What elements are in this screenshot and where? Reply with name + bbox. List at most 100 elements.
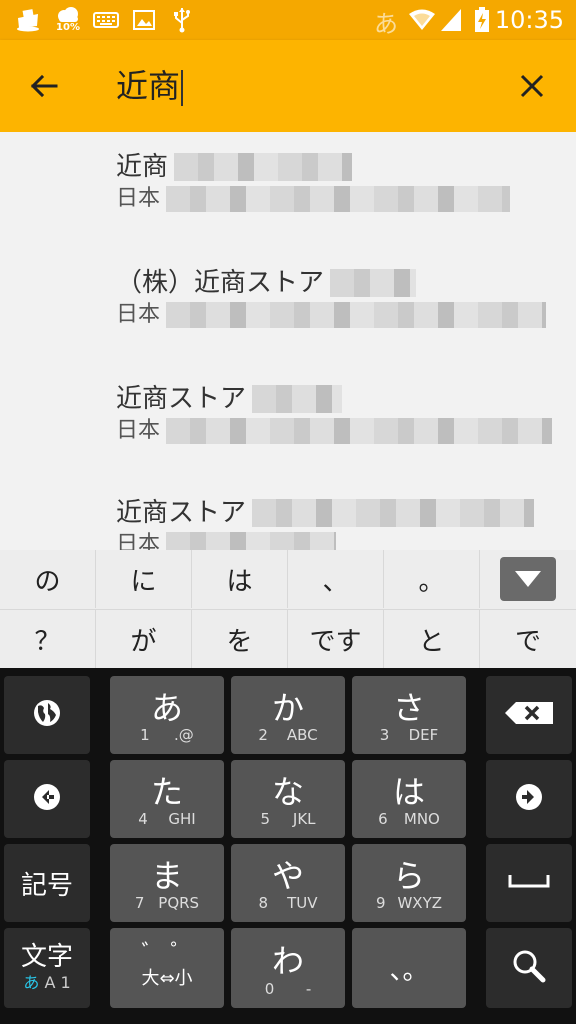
dakuten-key[interactable]: ゛ ゜ 大⇔小 [110, 928, 224, 1008]
key-ra[interactable]: ら 9 WXYZ [352, 844, 466, 922]
backspace-key[interactable] [486, 676, 572, 754]
key-num: 8 [258, 894, 269, 912]
key-alt: TUV [287, 894, 318, 912]
result-title: 近商ストア [116, 384, 247, 414]
key-ya[interactable]: や 8 TUV [231, 844, 345, 922]
result-subtitle: 日本 [116, 532, 161, 550]
redacted-text [252, 385, 343, 413]
redacted-text [166, 186, 511, 212]
candidate-ga[interactable]: が [96, 610, 192, 668]
input-mode-options: A 1 [44, 973, 71, 992]
key-main-label: わ [271, 942, 304, 980]
list-item[interactable]: 近商ストア 日本 [116, 496, 556, 550]
key-sa[interactable]: さ 3 DEF [352, 676, 466, 754]
candidate-period[interactable]: 。 [384, 550, 480, 608]
candidate-desu[interactable]: です [288, 610, 384, 668]
key-a[interactable]: あ 1 .@ [110, 676, 224, 754]
cursor-left-key[interactable] [4, 760, 90, 838]
candidate-de[interactable]: で [480, 610, 576, 668]
key-ka[interactable]: か 2 ABC [231, 676, 345, 754]
key-alt: WXYZ [397, 894, 443, 912]
text-caret [181, 70, 184, 106]
candidate-no[interactable]: の [0, 550, 96, 608]
list-item[interactable]: 近商ストア 日本 [116, 382, 556, 446]
results-list: 近商 日本 （株）近商ストア 日本 近商ストア 日本 近商ストア 日本 [0, 132, 576, 550]
cursor-right-key[interactable] [486, 760, 572, 838]
candidate-bar: の に は 、 。 ？ が を です と で [0, 550, 576, 668]
key-main-label: か [271, 689, 304, 727]
key-num: 1 [140, 726, 150, 744]
status-bar: 10% あ 10:35 [0, 0, 576, 40]
key-alt: GHI [168, 810, 196, 828]
battery-charging-icon [474, 7, 490, 37]
arrow-left-icon[interactable] [22, 64, 66, 108]
key-ha[interactable]: は 6 MNO [352, 760, 466, 838]
redacted-text [166, 532, 337, 550]
key-num: 7 [134, 894, 145, 912]
key-num: 6 [378, 810, 388, 828]
ime-indicator: あ [374, 10, 398, 38]
redacted-text [166, 418, 553, 444]
small-large-toggle-label: 大⇔小 [141, 968, 193, 989]
key-ma[interactable]: ま 7 PQRS [110, 844, 224, 922]
key-alt: JKL [292, 810, 316, 828]
result-title: 近商ストア [116, 498, 247, 528]
weather-cloud-icon: 10% [54, 6, 82, 34]
collapse-candidates-button[interactable] [480, 550, 576, 608]
key-main-label: た [150, 773, 183, 811]
key-alt: DEF [408, 726, 439, 744]
symbols-label: 記号 [20, 870, 73, 901]
key-num: 2 [258, 726, 268, 744]
image-icon [132, 6, 156, 34]
redacted-text [330, 269, 417, 297]
key-na[interactable]: な 5 JKL [231, 760, 345, 838]
signal-icon [440, 8, 462, 36]
arrow-left-circle-icon [33, 783, 61, 815]
redacted-text [252, 499, 535, 527]
candidate-question[interactable]: ？ [0, 610, 96, 668]
key-num: 4 [138, 810, 148, 828]
list-item[interactable]: 近商 日本 [116, 150, 556, 214]
keyboard: 記号 文字 あ A 1 あ 1 .@ か 2 ABC さ 3 DEF た 4 GHI な… [0, 668, 576, 1024]
key-main-label: は [392, 773, 425, 811]
search-key[interactable] [486, 928, 572, 1008]
space-icon [508, 873, 550, 893]
close-icon[interactable] [510, 64, 554, 108]
symbols-key[interactable]: 記号 [4, 844, 90, 922]
key-main-label: ま [150, 857, 183, 895]
input-mode-kana: あ [23, 973, 40, 992]
arrow-right-circle-icon [515, 783, 543, 815]
key-alt: ABC [286, 726, 318, 744]
candidate-to[interactable]: と [384, 610, 480, 668]
result-subtitle: 日本 [116, 186, 161, 211]
key-num: 0 [264, 980, 275, 998]
result-title: 近商 [116, 152, 169, 182]
search-bar: 近商 [0, 40, 576, 132]
result-subtitle: 日本 [116, 418, 161, 443]
globe-key[interactable] [4, 676, 90, 754]
input-mode-key[interactable]: 文字 あ A 1 [4, 928, 90, 1008]
space-key[interactable] [486, 844, 572, 922]
search-input[interactable]: 近商 [116, 64, 184, 108]
candidate-ha[interactable]: は [192, 550, 288, 608]
key-main-label: や [271, 857, 304, 895]
redacted-text [174, 153, 353, 181]
key-alt: - [305, 980, 312, 998]
wifi-icon [408, 9, 436, 35]
result-title: （株）近商ストア [116, 268, 325, 298]
key-main-label: さ [392, 689, 425, 727]
key-ta[interactable]: た 4 GHI [110, 760, 224, 838]
candidate-ni[interactable]: に [96, 550, 192, 608]
key-alt: PQRS [158, 894, 200, 912]
punctuation-key[interactable]: 、。 [352, 928, 466, 1008]
key-main-label: ら [392, 857, 425, 895]
key-wa[interactable]: わ 0 - [231, 928, 345, 1008]
dakuten-label: ゛ ゜ [141, 941, 193, 966]
key-num: 9 [375, 894, 386, 912]
candidate-comma[interactable]: 、 [288, 550, 384, 608]
candidate-wo[interactable]: を [192, 610, 288, 668]
punctuation-label: 、。 [389, 955, 429, 986]
key-main-label: あ [150, 689, 183, 727]
list-item[interactable]: （株）近商ストア 日本 [116, 266, 556, 330]
search-icon [512, 949, 546, 987]
